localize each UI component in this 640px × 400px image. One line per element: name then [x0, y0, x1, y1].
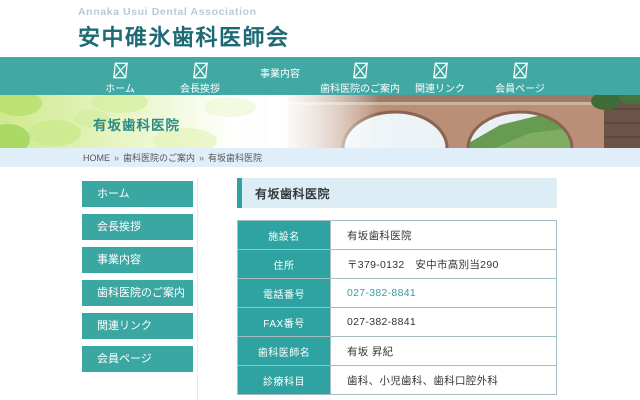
row-label-facility: 施設名 — [238, 221, 331, 250]
table-row: 施設名 有坂歯科医院 — [238, 221, 557, 250]
breadcrumb: HOME » 歯科医院のご案内 » 有坂歯科医院 — [0, 148, 640, 167]
row-value-facility: 有坂歯科医院 — [331, 221, 557, 250]
clinic-info-table: 施設名 有坂歯科医院 住所 〒379-0132 安中市高別当290 電話番号 0… — [237, 220, 557, 395]
broken-image-icon — [352, 62, 369, 79]
row-value-address: 〒379-0132 安中市高別当290 — [331, 250, 557, 279]
row-label-fax: FAX番号 — [238, 308, 331, 337]
sidebar-item-clinic-guide[interactable]: 歯科医院のご案内 — [82, 280, 193, 306]
nav-item-home[interactable]: ホーム — [80, 57, 160, 95]
site-title: 安中碓氷歯科医師会 — [78, 20, 290, 52]
sidebar-item-greeting[interactable]: 会長挨拶 — [82, 214, 193, 240]
sidebar-item-home[interactable]: ホーム — [82, 181, 193, 207]
table-row: 住所 〒379-0132 安中市高別当290 — [238, 250, 557, 279]
row-label-phone: 電話番号 — [238, 279, 331, 308]
main-nav: ホーム 会長挨拶 事業内容 歯科医院のご案内 関連リンク — [0, 57, 640, 95]
row-value-fax: 027-382-8841 — [331, 308, 557, 337]
row-value-departments: 歯科、小児歯科、歯科口腔外科 — [331, 366, 557, 395]
nav-item-clinic-guide[interactable]: 歯科医院のご案内 — [320, 57, 400, 95]
nav-item-label: 関連リンク — [415, 80, 465, 95]
main-area: ホーム 会長挨拶 事業内容 歯科医院のご案内 関連リンク 会員ページ 有坂歯科医… — [0, 167, 640, 400]
banner-title: 有坂歯科医院 — [93, 114, 180, 134]
content-divider — [197, 178, 198, 400]
table-row: 電話番号 027-382-8841 — [238, 279, 557, 308]
nav-item-greeting[interactable]: 会長挨拶 — [160, 57, 240, 95]
broken-image-icon — [432, 62, 449, 79]
page: Annaka Usui Dental Association 安中碓氷歯科医師会… — [0, 0, 640, 400]
nav-item-members[interactable]: 会員ページ — [480, 57, 560, 95]
site-header: Annaka Usui Dental Association 安中碓氷歯科医師会 — [0, 0, 640, 57]
row-value-dentist: 有坂 昇紀 — [331, 337, 557, 366]
table-row: 診療科目 歯科、小児歯科、歯科口腔外科 — [238, 366, 557, 395]
nav-item-label: 会長挨拶 — [180, 80, 220, 95]
broken-image-icon — [192, 62, 209, 79]
site-subtitle-en: Annaka Usui Dental Association — [78, 6, 290, 18]
sidebar-item-business[interactable]: 事業内容 — [82, 247, 193, 273]
row-label-address: 住所 — [238, 250, 331, 279]
nav-item-label: 事業内容 — [260, 65, 300, 80]
page-title: 有坂歯科医院 — [237, 178, 557, 208]
broken-image-icon — [512, 62, 529, 79]
nav-item-label: 会員ページ — [495, 80, 545, 95]
table-row: 歯科医師名 有坂 昇紀 — [238, 337, 557, 366]
phone-link[interactable]: 027-382-8841 — [347, 287, 416, 299]
nav-item-label: 歯科医院のご案内 — [320, 80, 400, 95]
breadcrumb-separator: » — [114, 153, 119, 163]
banner: 有坂歯科医院 — [0, 95, 640, 148]
sidebar-item-members[interactable]: 会員ページ — [82, 346, 193, 372]
table-row: FAX番号 027-382-8841 — [238, 308, 557, 337]
breadcrumb-separator: » — [199, 153, 204, 163]
sidebar-item-links[interactable]: 関連リンク — [82, 313, 193, 339]
sidebar: ホーム 会長挨拶 事業内容 歯科医院のご案内 関連リンク 会員ページ — [82, 181, 193, 372]
content: 有坂歯科医院 施設名 有坂歯科医院 住所 〒379-0132 安中市高別当290… — [237, 178, 557, 395]
broken-image-icon — [112, 62, 129, 79]
nav-item-label: ホーム — [105, 80, 135, 95]
breadcrumb-clinic-guide[interactable]: 歯科医院のご案内 — [123, 151, 195, 164]
row-value-phone: 027-382-8841 — [331, 279, 557, 308]
breadcrumb-current: 有坂歯科医院 — [208, 151, 262, 164]
row-label-departments: 診療科目 — [238, 366, 331, 395]
breadcrumb-home[interactable]: HOME — [83, 153, 110, 163]
nav-item-links[interactable]: 関連リンク — [400, 57, 480, 95]
nav-item-business[interactable]: 事業内容 — [240, 57, 320, 95]
site-brand: Annaka Usui Dental Association 安中碓氷歯科医師会 — [78, 6, 290, 52]
row-label-dentist: 歯科医師名 — [238, 337, 331, 366]
